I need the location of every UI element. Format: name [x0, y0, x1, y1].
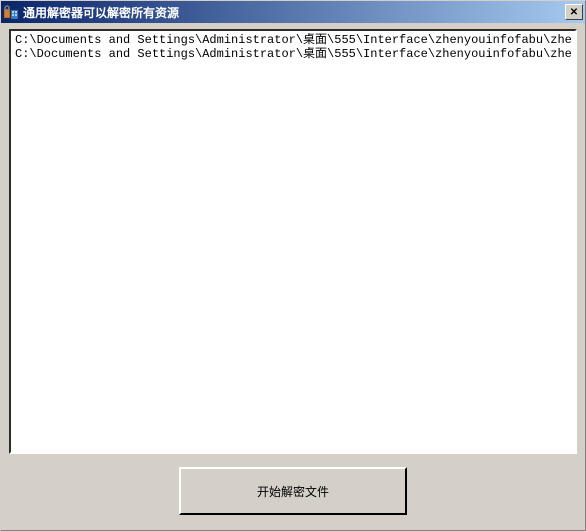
- close-button[interactable]: ✕: [565, 4, 583, 20]
- log-panel[interactable]: C:\Documents and Settings\Administrator\…: [9, 29, 577, 454]
- app-icon: [3, 4, 19, 20]
- log-line: C:\Documents and Settings\Administrator\…: [15, 33, 571, 47]
- titlebar-buttons: ✕: [565, 4, 583, 20]
- log-line: C:\Documents and Settings\Administrator\…: [15, 47, 571, 61]
- button-area: 开始解密文件: [9, 460, 577, 522]
- button-label: 开始解密文件: [257, 483, 329, 500]
- start-decrypt-button[interactable]: 开始解密文件: [179, 467, 407, 515]
- window-title: 通用解密器可以解密所有资源: [23, 4, 565, 21]
- app-window: 通用解密器可以解密所有资源 ✕ C:\Documents and Setting…: [0, 0, 586, 531]
- titlebar: 通用解密器可以解密所有资源 ✕: [1, 1, 585, 23]
- close-icon: ✕: [570, 7, 578, 18]
- client-area: C:\Documents and Settings\Administrator\…: [1, 23, 585, 530]
